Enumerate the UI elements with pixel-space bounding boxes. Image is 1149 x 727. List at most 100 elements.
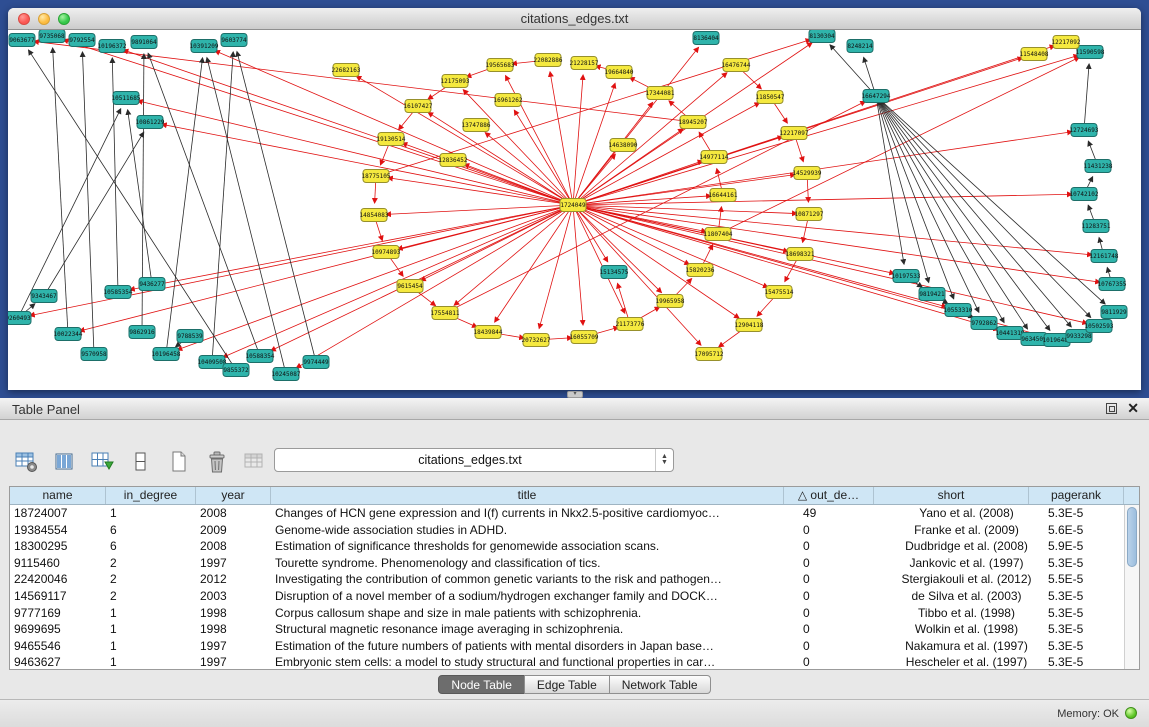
graph-node[interactable]: 9788539	[177, 330, 203, 343]
graph-node[interactable]: 19965958	[656, 295, 685, 308]
float-panel-icon[interactable]	[1106, 403, 1117, 414]
graph-node[interactable]: 9260493	[8, 312, 31, 325]
graph-node[interactable]: 9603774	[221, 34, 247, 47]
graph-node[interactable]: 12175093	[441, 75, 470, 88]
column-header-year[interactable]: year	[196, 487, 271, 504]
graph-node[interactable]: 10511685	[112, 92, 141, 105]
table-row[interactable]: 1830029562008Estimation of significance …	[10, 538, 1139, 555]
graph-node[interactable]: 10974893	[372, 246, 401, 259]
graph-node[interactable]: 9792862	[971, 317, 997, 330]
scrollbar-thumb[interactable]	[1127, 507, 1137, 567]
graph-node[interactable]: 10553310	[944, 304, 973, 317]
graph-node[interactable]: 10588354	[246, 350, 275, 363]
graph-node[interactable]: 20732627	[522, 334, 551, 347]
graph-node[interactable]: 9735068	[39, 30, 65, 43]
graph-node[interactable]: 11431238	[1084, 160, 1113, 173]
panel-resize-handle[interactable]: ▾	[567, 391, 583, 398]
graph-node[interactable]: 9819421	[919, 288, 945, 301]
graph-node[interactable]: 10767355	[1098, 278, 1127, 291]
graph-node[interactable]: 9436277	[139, 278, 165, 291]
graph-node[interactable]: 22682163	[332, 64, 361, 77]
graph-node[interactable]: 9570958	[81, 348, 107, 361]
graph-node[interactable]: 9343467	[31, 290, 57, 303]
graph-node[interactable]: 17344081	[646, 87, 675, 100]
table-row[interactable]: 911546021997Tourette syndrome. Phenomeno…	[10, 555, 1139, 572]
table-row[interactable]: 946554611997Estimation of the future num…	[10, 638, 1139, 655]
graph-node[interactable]: 16647294	[862, 90, 891, 103]
graph-node[interactable]: 9063677	[9, 34, 35, 47]
select-columns-button[interactable]	[50, 448, 80, 476]
graph-node[interactable]: 10861229	[136, 116, 165, 129]
graph-node[interactable]: 14977114	[700, 151, 729, 164]
graph-node[interactable]: 12217097	[780, 127, 809, 140]
graph-node[interactable]: 11283751	[1082, 220, 1111, 233]
graph-node[interactable]: 11548408	[1020, 48, 1049, 61]
table-row[interactable]: 969969511998Structural magnetic resonanc…	[10, 621, 1139, 638]
window-titlebar[interactable]: citations_edges.txt	[8, 8, 1141, 30]
graph-node[interactable]: 12724693	[1070, 124, 1099, 137]
graph-node[interactable]: 9862916	[129, 326, 155, 339]
delete-table-button[interactable]	[202, 448, 232, 476]
table-row[interactable]: 1872400712008Changes of HCN gene express…	[10, 505, 1139, 522]
table-settings-button[interactable]	[12, 448, 42, 476]
graph-node[interactable]: 11807404	[704, 228, 733, 241]
graph-node[interactable]: 8130304	[809, 30, 835, 43]
table-row[interactable]: 2242004622012Investigating the contribut…	[10, 571, 1139, 588]
row-height-button[interactable]	[126, 448, 156, 476]
graph-node[interactable]: 22082886	[534, 54, 563, 67]
import-table-button[interactable]	[240, 448, 270, 476]
graph-node[interactable]: 18775105	[362, 170, 391, 183]
graph-node[interactable]: 18945207	[679, 116, 708, 129]
graph-node[interactable]: 14529939	[793, 167, 822, 180]
graph-node[interactable]: 10022344	[54, 328, 83, 341]
graph-node[interactable]: 17095712	[695, 348, 724, 361]
graph-node[interactable]: 12161748	[1090, 250, 1119, 263]
close-panel-icon[interactable]: ✕	[1127, 401, 1139, 415]
graph-node[interactable]: 10391209	[190, 40, 219, 53]
tab-edge-table[interactable]: Edge Table	[524, 675, 610, 694]
graph-node[interactable]: 21173776	[616, 318, 645, 331]
graph-node[interactable]: 10245087	[272, 368, 301, 381]
graph-node[interactable]: 14638090	[609, 139, 638, 152]
graph-node[interactable]: 9615454	[397, 280, 423, 293]
column-header-title[interactable]: title	[271, 487, 784, 504]
column-header-short[interactable]: short	[874, 487, 1029, 504]
vertical-scrollbar[interactable]	[1124, 505, 1139, 669]
graph-node[interactable]: 16476744	[722, 59, 751, 72]
graph-node[interactable]: 9891064	[131, 36, 157, 49]
graph-node[interactable]: 19130514	[377, 133, 406, 146]
table-row[interactable]: 946362711997Embryonic stem cells: a mode…	[10, 654, 1139, 669]
graph-node[interactable]: 10742102	[1070, 188, 1099, 201]
graph-node[interactable]: 9792554	[69, 34, 95, 47]
graph-node[interactable]: 19565683	[486, 59, 515, 72]
table-row[interactable]: 1456911722003Disruption of a novel membe…	[10, 588, 1139, 605]
graph-node[interactable]: 11850547	[756, 91, 785, 104]
graph-node[interactable]: 8248214	[847, 40, 873, 53]
graph-node[interactable]: 21228157	[570, 57, 599, 70]
graph-node[interactable]: 19664840	[605, 66, 634, 79]
tab-node-table[interactable]: Node Table	[438, 675, 525, 694]
graph-node[interactable]: 10196372	[98, 40, 127, 53]
graph-node[interactable]: 10585354	[104, 286, 133, 299]
graph-node[interactable]: 10502593	[1085, 320, 1114, 333]
network-canvas[interactable]: 1724049 22082886 19565683 12175093 16107427 1…	[8, 30, 1139, 389]
graph-node[interactable]: 16107427	[404, 100, 433, 113]
graph-node[interactable]: 18698321	[786, 248, 815, 261]
graph-node[interactable]: 9811929	[1101, 306, 1127, 319]
graph-node[interactable]: 10196458	[152, 348, 181, 361]
column-header-name[interactable]: name	[10, 487, 106, 504]
graph-node[interactable]: 15134575	[600, 266, 629, 279]
column-header-in-degree[interactable]: in_degree	[106, 487, 196, 504]
graph-node[interactable]: 17554811	[431, 307, 460, 320]
graph-node[interactable]: 12836452	[439, 154, 468, 167]
graph-node[interactable]: 10197533	[892, 270, 921, 283]
graph-node[interactable]: 1724049	[560, 199, 586, 212]
graph-node[interactable]: 18439844	[474, 326, 503, 339]
column-header-pagerank[interactable]: pagerank	[1029, 487, 1124, 504]
graph-node[interactable]: 9855372	[223, 364, 249, 377]
graph-node[interactable]: 15475514	[765, 286, 794, 299]
graph-node[interactable]: 14854083	[360, 209, 389, 222]
graph-node[interactable]: 13747886	[462, 119, 491, 132]
table-row[interactable]: 1938455462009Genome-wide association stu…	[10, 522, 1139, 539]
table-row[interactable]: 977716911998Corpus callosum shape and si…	[10, 605, 1139, 622]
